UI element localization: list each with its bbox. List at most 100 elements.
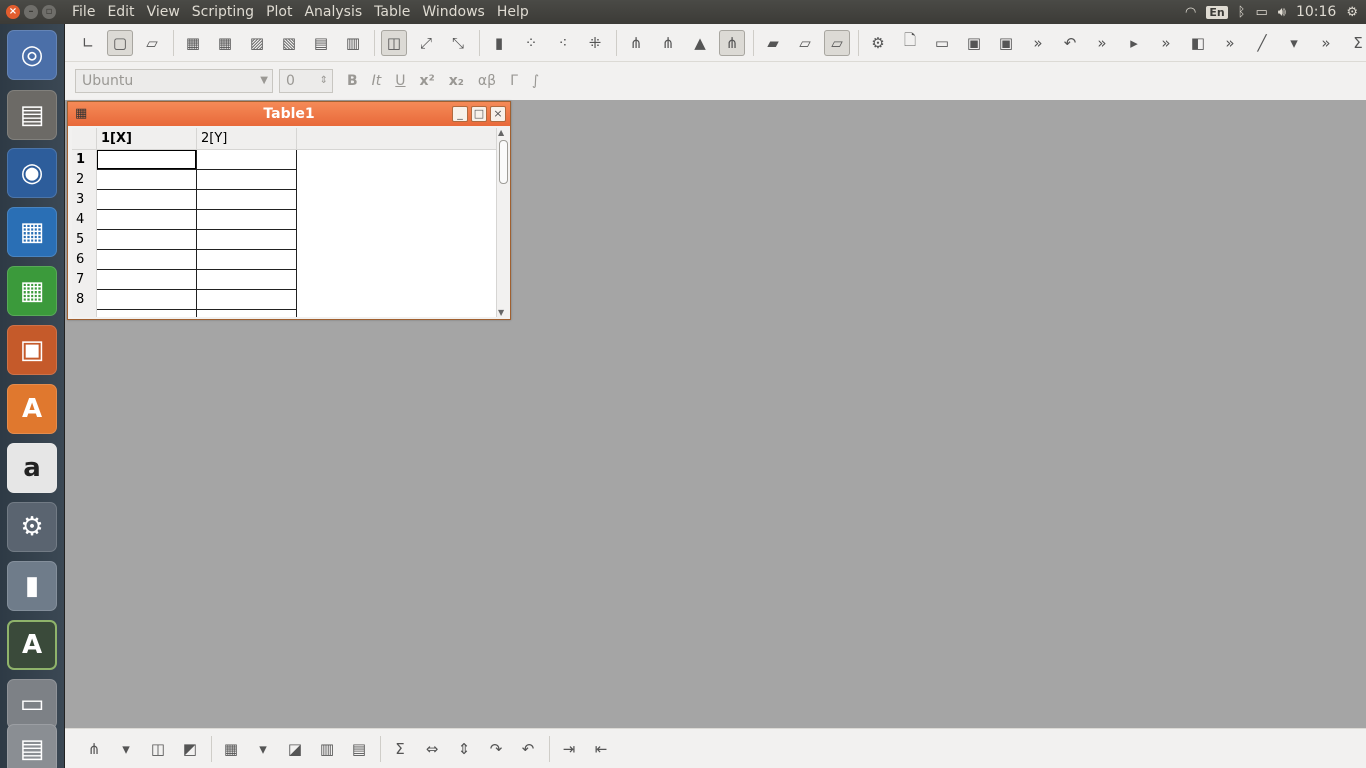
chevron-down-icon[interactable]: ▾ — [113, 736, 139, 762]
table-cell[interactable] — [97, 270, 197, 290]
new-project-icon[interactable]: 🗋︎ — [897, 30, 923, 56]
more-icon[interactable]: » — [1217, 30, 1243, 56]
menu-windows[interactable]: Windows — [416, 0, 491, 24]
scidavis-icon[interactable]: ▮ — [7, 561, 57, 611]
minimize-window-button[interactable]: – — [24, 5, 38, 19]
system-settings-icon[interactable]: ⚙ — [7, 502, 57, 552]
subscript-button[interactable]: x₂ — [449, 73, 464, 89]
save-as-icon[interactable]: ▣ — [993, 30, 1019, 56]
image-icon[interactable]: ◪ — [282, 736, 308, 762]
wifi-icon[interactable]: ◠ — [1185, 5, 1196, 20]
fit-frame-icon[interactable]: ⤡ — [445, 30, 471, 56]
hidden-line-icon[interactable]: ⋔ — [655, 30, 681, 56]
minimize-button[interactable]: _ — [452, 106, 468, 122]
restore-window-button[interactable]: ▫ — [42, 5, 56, 19]
points-3d-icon[interactable]: ⁘ — [518, 30, 544, 56]
floor-empty-icon[interactable]: ▱ — [824, 29, 850, 56]
chevron-down-icon[interactable]: ▾ — [1281, 30, 1307, 56]
menu-file[interactable]: File — [66, 0, 101, 24]
row-header[interactable]: 7 — [72, 270, 97, 290]
more-icon[interactable]: » — [1025, 30, 1051, 56]
table-cell[interactable] — [97, 290, 197, 310]
text-tool-icon[interactable]: ◧ — [1185, 30, 1211, 56]
matrix-icon[interactable]: ▦ — [218, 736, 244, 762]
table-cell[interactable] — [97, 170, 197, 190]
row-header[interactable]: 4 — [72, 210, 97, 230]
font-select[interactable]: Ubuntu ▼ — [75, 69, 273, 93]
wireframe-icon[interactable]: ⋔ — [623, 30, 649, 56]
menu-analysis[interactable]: Analysis — [298, 0, 368, 24]
column-header-y[interactable]: 2[Y] — [197, 128, 297, 150]
row-header[interactable]: 5 — [72, 230, 97, 250]
table-cell[interactable] — [197, 290, 297, 310]
italic-button[interactable]: It — [372, 73, 382, 89]
calc-icon[interactable]: ▦ — [7, 266, 57, 316]
menu-edit[interactable]: Edit — [101, 0, 140, 24]
grid-floor-icon[interactable]: ▥ — [340, 30, 366, 56]
amazon-icon[interactable]: a — [7, 443, 57, 493]
frame-3d-icon[interactable]: ▢ — [107, 29, 133, 56]
axes-2d-icon[interactable]: ∟ — [75, 30, 101, 56]
row-header[interactable]: 8 — [72, 290, 97, 310]
filled-mesh-icon[interactable]: ⋔ — [719, 29, 745, 56]
row-header[interactable]: 1 — [72, 150, 97, 170]
table-cell[interactable] — [197, 310, 297, 317]
trash-icon[interactable]: ▤ — [7, 724, 57, 768]
battery-icon[interactable]: ▭ — [1255, 5, 1267, 20]
table-vertical-scrollbar[interactable]: ▲ ▼ — [496, 128, 509, 317]
close-window-button[interactable]: × — [6, 5, 20, 19]
more-icon[interactable]: » — [1313, 30, 1339, 56]
maximize-button[interactable]: □ — [471, 106, 487, 122]
table-cell[interactable] — [97, 250, 197, 270]
floor-iso-icon[interactable]: ▱ — [792, 30, 818, 56]
clock[interactable]: 10:16 — [1296, 4, 1336, 20]
grid-back-icon[interactable]: ▦ — [212, 30, 238, 56]
table-cell[interactable] — [97, 190, 197, 210]
menu-scripting[interactable]: Scripting — [186, 0, 260, 24]
grid-ceil-icon[interactable]: ▤ — [308, 30, 334, 56]
histogram-icon[interactable]: ▥ — [314, 736, 340, 762]
floor-data-icon[interactable]: ▰ — [760, 30, 786, 56]
surface-plot-icon[interactable]: ⋔ — [81, 736, 107, 762]
grid-front-icon[interactable]: ▦ — [180, 30, 206, 56]
increase-precision-icon[interactable]: ⇥ — [556, 736, 582, 762]
box-3d-icon[interactable]: ▱ — [139, 30, 165, 56]
files-icon[interactable]: ▤ — [7, 90, 57, 140]
menu-help[interactable]: Help — [491, 0, 535, 24]
reset-rotation-icon[interactable]: ⤢ — [413, 30, 439, 56]
bar-chart-icon[interactable]: ▤ — [346, 736, 372, 762]
table-window-titlebar[interactable]: ▦ Table1 _ □ × — [68, 102, 510, 126]
row-header[interactable] — [72, 310, 97, 317]
bold-button[interactable]: B — [347, 73, 358, 89]
flip-vertical-icon[interactable]: ⇕ — [451, 736, 477, 762]
table-cell[interactable] — [97, 310, 197, 317]
run-icon[interactable]: ▸ — [1121, 30, 1147, 56]
table-cell[interactable] — [197, 190, 297, 210]
grid-left-icon[interactable]: ▨ — [244, 30, 270, 56]
column-header-x[interactable]: 1[X] — [97, 128, 197, 150]
scroll-up-icon[interactable]: ▲ — [498, 128, 504, 137]
cones-3d-icon[interactable]: ⁖ — [550, 30, 576, 56]
decrease-precision-icon[interactable]: ⇤ — [588, 736, 614, 762]
table-cell[interactable] — [197, 230, 297, 250]
table-cell[interactable] — [197, 270, 297, 290]
open-folder-icon[interactable]: ▭ — [929, 30, 955, 56]
undo-icon[interactable]: ↶ — [1057, 30, 1083, 56]
table-cell-selected[interactable] — [97, 150, 197, 170]
writer-icon[interactable]: ▦ — [7, 207, 57, 257]
firefox-icon[interactable]: ◉ — [7, 148, 57, 198]
menu-table[interactable]: Table — [368, 0, 416, 24]
greek-capital-button[interactable]: Γ — [510, 73, 518, 89]
software-center-icon[interactable]: A — [7, 384, 57, 434]
integral-button[interactable]: ∫ — [532, 73, 539, 89]
row-header[interactable]: 6 — [72, 250, 97, 270]
duplicate-window-icon[interactable]: ◩ — [177, 736, 203, 762]
scroll-down-icon[interactable]: ▼ — [498, 308, 504, 317]
rotate-left-icon[interactable]: ↶ — [515, 736, 541, 762]
more-icon[interactable]: » — [1089, 30, 1115, 56]
close-button[interactable]: × — [490, 106, 506, 122]
underline-button[interactable]: U — [395, 73, 405, 89]
ubuntu-dash-icon[interactable]: ◎ — [7, 30, 57, 80]
more-icon[interactable]: » — [1153, 30, 1179, 56]
menu-view[interactable]: View — [141, 0, 186, 24]
